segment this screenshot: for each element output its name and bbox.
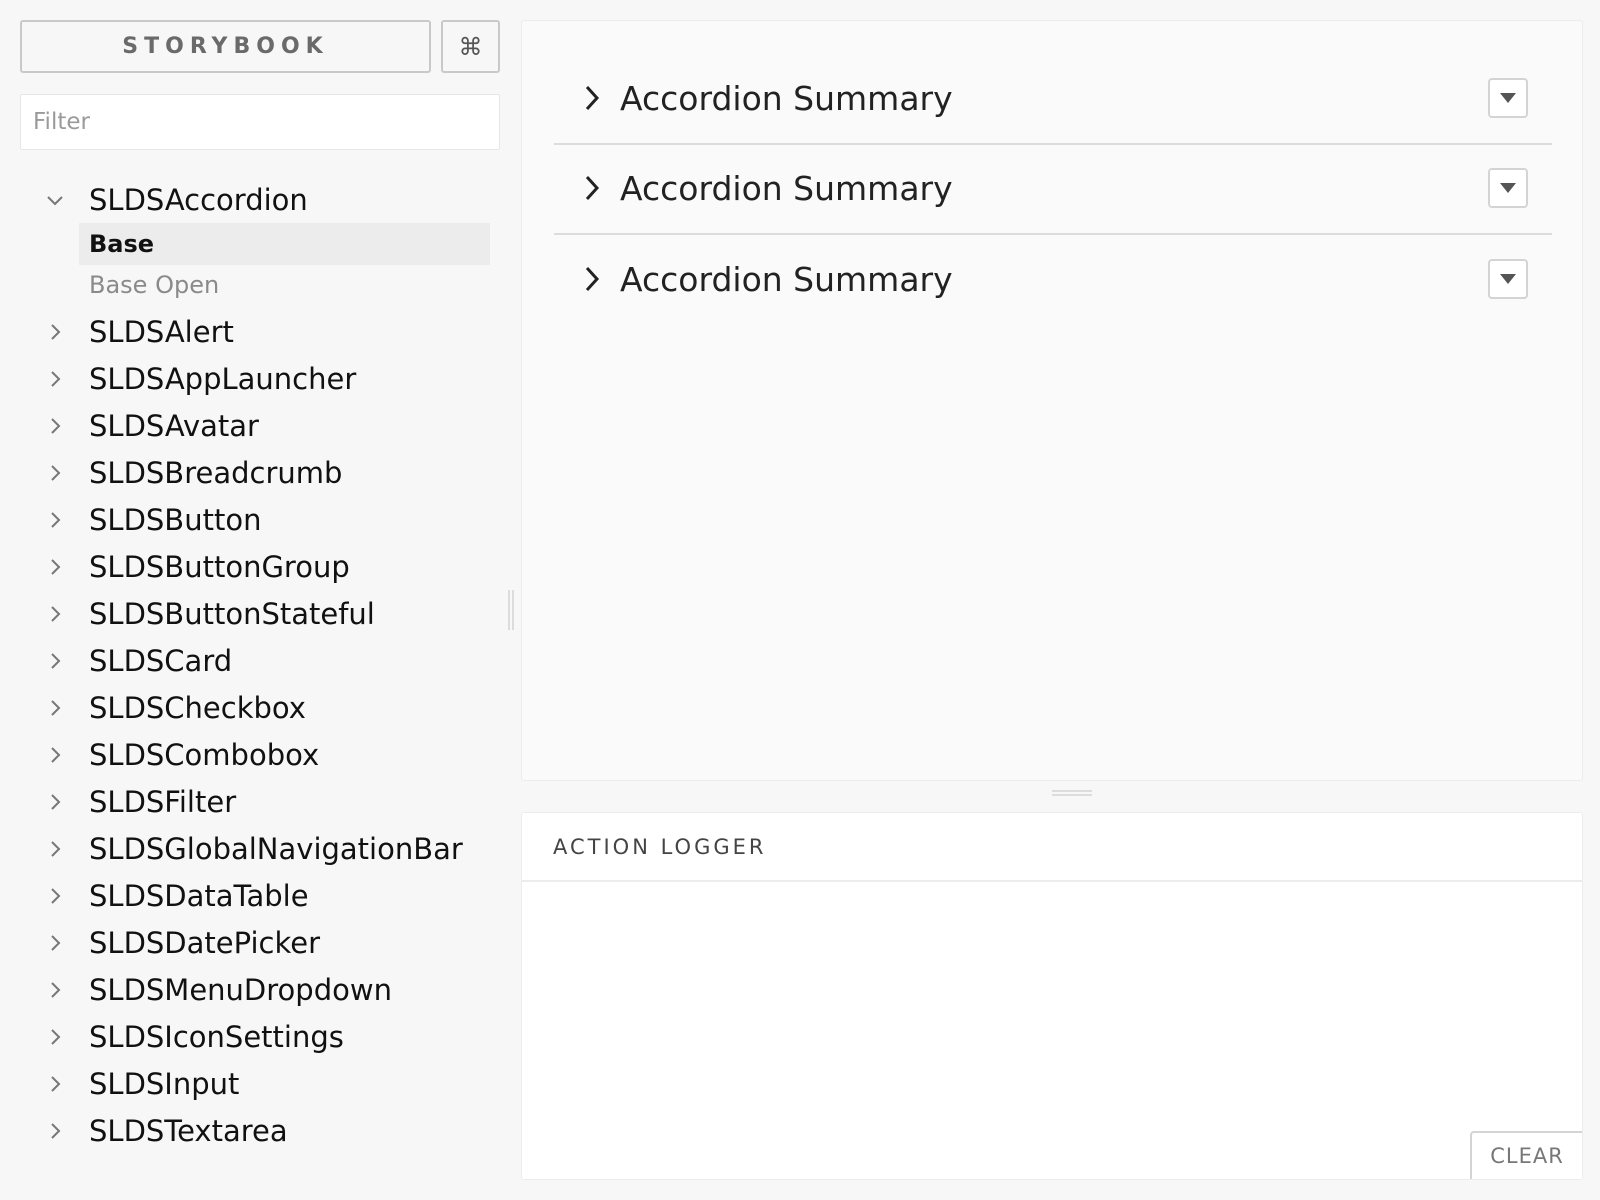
tree-node-label: SLDSButtonGroup — [89, 550, 350, 584]
chevron-right-icon — [45, 980, 65, 1000]
tree-node-sldsalert[interactable]: SLDSAlert — [40, 310, 500, 354]
chevron-right-icon — [45, 651, 65, 671]
chevron-right-icon — [45, 463, 65, 483]
tree-node-sldsbuttonstateful[interactable]: SLDSButtonStateful — [40, 592, 500, 636]
tree-node-sldsbuttongroup[interactable]: SLDSButtonGroup — [40, 545, 500, 589]
chevron-right-icon — [45, 839, 65, 859]
tree-node-label: SLDSInput — [89, 1067, 240, 1101]
tree-node-label: SLDSGlobalNavigationBar — [89, 832, 463, 866]
chevron-right-icon — [45, 322, 65, 342]
tree-node-label: SLDSTextarea — [89, 1114, 288, 1148]
preview-panel: Accordion Summary Accordion Summary Acco… — [521, 20, 1583, 781]
command-icon: ⌘ — [458, 32, 483, 61]
tree-node-sldsaccordion[interactable]: SLDSAccordion — [40, 178, 500, 222]
action-logger-title: ACTION LOGGER — [522, 813, 1582, 882]
tree-node-label: SLDSButton — [89, 503, 262, 537]
tree-node-label: SLDSMenuDropdown — [89, 973, 392, 1007]
tree-node-sldsfilter[interactable]: SLDSFilter — [40, 780, 500, 824]
accordion-item[interactable]: Accordion Summary — [554, 233, 1552, 325]
tree-node-sldscombobox[interactable]: SLDSCombobox — [40, 733, 500, 777]
tree-node-sldsbutton[interactable]: SLDSButton — [40, 498, 500, 542]
action-logger-panel: ACTION LOGGER CLEAR — [521, 812, 1583, 1180]
chevron-right-icon[interactable] — [580, 83, 604, 113]
accordion-menu-button[interactable] — [1488, 168, 1528, 208]
story-item-base-open[interactable]: Base Open — [79, 264, 490, 306]
tree-node-label: SLDSButtonStateful — [89, 597, 375, 631]
tree-node-sldscard[interactable]: SLDSCard — [40, 639, 500, 683]
accordion-menu-button[interactable] — [1488, 259, 1528, 299]
chevron-right-icon — [45, 698, 65, 718]
sidebar: STORYBOOK ⌘ SLDSAccordion Base Base Open… — [0, 0, 514, 1200]
tree-node-label: SLDSDatePicker — [89, 926, 320, 960]
tree-node-label: SLDSDataTable — [89, 879, 309, 913]
tree-node-sldsinput[interactable]: SLDSInput — [40, 1062, 500, 1106]
keyboard-shortcuts-button[interactable]: ⌘ — [441, 20, 500, 73]
chevron-right-icon — [45, 745, 65, 765]
accordion-summary-title[interactable]: Accordion Summary — [620, 79, 1488, 118]
accordion-item[interactable]: Accordion Summary — [554, 143, 1552, 235]
chevron-right-icon — [45, 792, 65, 812]
tree-node-label: SLDSCard — [89, 644, 233, 678]
caret-down-icon — [1499, 270, 1517, 289]
tree-node-sldsapplauncher[interactable]: SLDSAppLauncher — [40, 357, 500, 401]
tree-node-sldscheckbox[interactable]: SLDSCheckbox — [40, 686, 500, 730]
tree-node-label: SLDSIconSettings — [89, 1020, 344, 1054]
tree-node-label: SLDSCombobox — [89, 738, 320, 772]
tree-node-sldsavatar[interactable]: SLDSAvatar — [40, 404, 500, 448]
chevron-right-icon — [45, 1074, 65, 1094]
filter-input[interactable] — [20, 94, 500, 150]
tree-node-label: SLDSCheckbox — [89, 691, 306, 725]
tree-node-label: SLDSAvatar — [89, 409, 259, 443]
chevron-right-icon — [45, 933, 65, 953]
tree-node-label: SLDSAccordion — [89, 183, 308, 217]
chevron-right-icon — [45, 416, 65, 436]
chevron-down-icon — [45, 190, 65, 210]
chevron-right-icon — [45, 557, 65, 577]
sidebar-resize-handle[interactable] — [508, 590, 514, 630]
tree-node-sldsmenudropdown[interactable]: SLDSMenuDropdown — [40, 968, 500, 1012]
chevron-right-icon[interactable] — [580, 264, 604, 294]
chevron-right-icon — [45, 369, 65, 389]
accordion-menu-button[interactable] — [1488, 78, 1528, 118]
accordion-summary-title[interactable]: Accordion Summary — [620, 169, 1488, 208]
chevron-right-icon — [45, 886, 65, 906]
tree-node-label: SLDSAppLauncher — [89, 362, 357, 396]
tree-node-sldsdatatable[interactable]: SLDSDataTable — [40, 874, 500, 918]
story-item-base[interactable]: Base — [79, 223, 490, 265]
chevron-right-icon — [45, 604, 65, 624]
caret-down-icon — [1499, 179, 1517, 198]
panel-resize-handle[interactable] — [1052, 790, 1092, 796]
tree-node-sldsdatepicker[interactable]: SLDSDatePicker — [40, 921, 500, 965]
tree-node-sldsbreadcrumb[interactable]: SLDSBreadcrumb — [40, 451, 500, 495]
accordion-summary-title[interactable]: Accordion Summary — [620, 260, 1488, 299]
clear-button[interactable]: CLEAR — [1470, 1131, 1582, 1179]
tree-node-sldsiconsettings[interactable]: SLDSIconSettings — [40, 1015, 500, 1059]
storybook-brand-button[interactable]: STORYBOOK — [20, 20, 431, 73]
chevron-right-icon — [45, 510, 65, 530]
chevron-right-icon — [45, 1027, 65, 1047]
tree-node-label: SLDSFilter — [89, 785, 237, 819]
tree-node-label: SLDSBreadcrumb — [89, 456, 343, 490]
tree-node-sldsglobalnavigationbar[interactable]: SLDSGlobalNavigationBar — [40, 827, 500, 871]
tree-node-sldstextarea[interactable]: SLDSTextarea — [40, 1109, 500, 1153]
accordion-item[interactable]: Accordion Summary — [554, 53, 1552, 145]
tree-node-label: SLDSAlert — [89, 315, 234, 349]
chevron-right-icon[interactable] — [580, 173, 604, 203]
caret-down-icon — [1499, 89, 1517, 108]
chevron-right-icon — [45, 1121, 65, 1141]
